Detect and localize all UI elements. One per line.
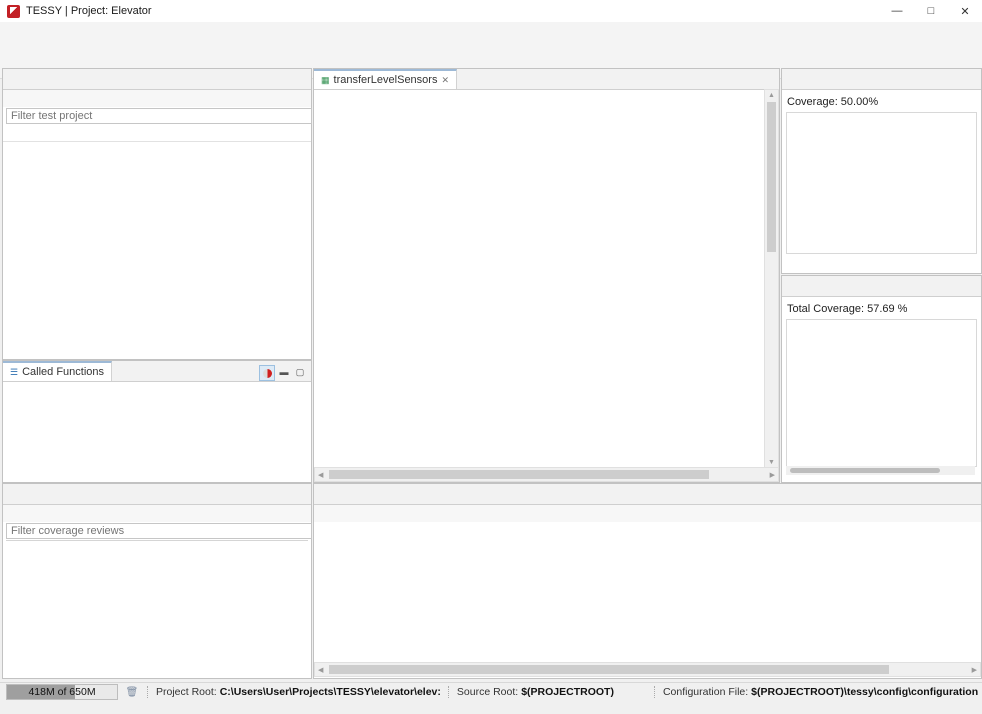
window-title: TESSY | Project: Elevator bbox=[26, 5, 152, 17]
configuration-file-value: $(PROJECTROOT)\tessy\config\configuratio… bbox=[751, 686, 978, 698]
flowchart-file-icon: ▦ bbox=[321, 75, 330, 86]
maximize-pane-icon[interactable]: ▢ bbox=[293, 365, 307, 379]
branch-coverage-pane: Total Coverage: 57.69 % bbox=[781, 275, 982, 483]
status-bar: 418M of 650M 🗑 Project Root: C:\Users\Us… bbox=[0, 682, 982, 701]
total-coverage-summary: Total Coverage: 57.69 % bbox=[782, 297, 981, 319]
garbage-collect-icon[interactable]: 🗑 bbox=[124, 685, 140, 699]
source-root-value: $(PROJECTROOT) bbox=[521, 686, 614, 698]
reviews-table-body bbox=[6, 541, 308, 659]
menu-bar bbox=[0, 22, 982, 39]
flowchart-vscrollbar[interactable]: ▲ ▼ bbox=[764, 89, 779, 469]
minimize-pane-icon[interactable]: ▬ bbox=[277, 365, 291, 379]
source-root-label: Source Root: bbox=[457, 686, 518, 698]
called-functions-icon: ☰ bbox=[10, 367, 18, 378]
memory-gauge[interactable]: 418M of 650M bbox=[6, 684, 118, 700]
editor-hscrollbar[interactable]: ◀ ▶ bbox=[314, 662, 981, 677]
mcdc-coverage-summary: Coverage: 50.00% bbox=[782, 90, 981, 112]
filter-coverage-reviews-input[interactable] bbox=[6, 523, 312, 539]
configuration-file-label: Configuration File: bbox=[663, 686, 748, 698]
title-bar: TESSY | Project: Elevator — □ ✕ bbox=[0, 0, 982, 23]
flowchart-hscrollbar[interactable]: ◀ ▶ bbox=[314, 467, 779, 482]
branch-hscrollbar[interactable] bbox=[786, 466, 975, 475]
project-root-label: Project Root: bbox=[156, 686, 217, 698]
close-button[interactable]: ✕ bbox=[948, 0, 982, 22]
test-project-pane bbox=[2, 68, 312, 360]
close-tab-icon[interactable]: ✕ bbox=[441, 75, 449, 86]
flowchart-canvas[interactable] bbox=[314, 90, 764, 468]
app-logo-icon bbox=[7, 5, 20, 18]
maximize-button[interactable]: □ bbox=[914, 0, 948, 22]
tab-called-functions[interactable]: ☰ Called Functions bbox=[3, 361, 112, 381]
coverage-viewer-pane: ▦ transferLevelSensors ✕ ▲ ▼ ◀ ▶ bbox=[313, 68, 780, 483]
tessy-application-window: TESSY | Project: Elevator — □ ✕ ☰ Called… bbox=[0, 0, 982, 714]
mcdc-coverage-pane: Coverage: 50.00% bbox=[781, 68, 982, 274]
source-editor-pane: ◀ ▶ bbox=[313, 483, 982, 679]
pie-toggle-button[interactable] bbox=[259, 365, 275, 381]
tab-transferlevelsensors-flowchart[interactable]: ▦ transferLevelSensors ✕ bbox=[314, 69, 457, 89]
filter-test-project-input[interactable] bbox=[6, 108, 312, 124]
coverage-reviews-pane bbox=[2, 483, 312, 679]
project-root-value: C:\Users\User\Projects\TESSY\elevator\el… bbox=[220, 686, 441, 698]
called-functions-pane: ☰ Called Functions ▬ ▢ bbox=[2, 360, 312, 483]
main-toolbar bbox=[0, 39, 982, 59]
minimize-button[interactable]: — bbox=[880, 0, 914, 22]
